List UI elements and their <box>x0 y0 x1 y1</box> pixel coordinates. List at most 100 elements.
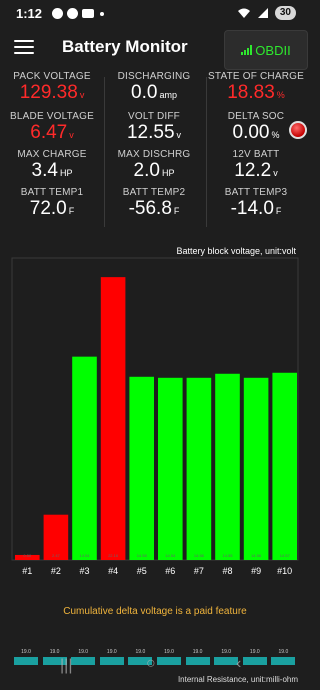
bar-4 <box>100 277 126 560</box>
metric-unit: v <box>273 168 278 178</box>
x-tick-label: #9 <box>251 566 261 576</box>
recent-apps-icon[interactable]: ||| <box>60 657 72 675</box>
x-tick-label: #3 <box>79 566 89 576</box>
metric-value-row: 129.38 v <box>2 82 102 106</box>
sync-notification-icon <box>67 8 78 19</box>
metric-state-of-charge: STATE OF CHARGE 18.83% <box>206 71 306 106</box>
metric-batt-temp1: BATT TEMP1 72.0 F <box>2 187 102 222</box>
metric-batt-temp3: BATT TEMP3 -14.0 F <box>206 187 306 222</box>
metric-max-dischrg: MAX DISCHRG 2.0 HP <box>104 149 204 184</box>
metric-label: BLADE VOLTAGE <box>10 111 94 122</box>
metric-value: 12.55 <box>126 122 175 143</box>
resistance-bar-fill <box>242 657 267 665</box>
bar-7 <box>186 377 212 560</box>
bar-5 <box>129 376 154 560</box>
resistance-bar-8: 19.0 <box>214 649 239 675</box>
resistance-value: 19.0 <box>21 649 31 655</box>
record-button[interactable] <box>289 121 307 139</box>
resistance-bar-3: 19.0 <box>71 649 96 675</box>
metric-value-row: -56.8 F <box>104 198 204 222</box>
metric-value: -14.0 <box>230 198 274 219</box>
x-tick-label: #5 <box>137 566 147 576</box>
metrics-grid: PACK VOLTAGE 129.38 v DISCHARGING 0.0 amp STAT… <box>0 71 310 231</box>
resistance-value: 19.0 <box>278 649 289 655</box>
resistance-bar-7: 19.0 <box>185 649 210 675</box>
metric-label: BATT TEMP1 <box>20 187 84 198</box>
metric-unit: F <box>68 206 75 216</box>
metric-unit: HP <box>161 168 175 178</box>
x-tick-label: #10 <box>277 566 292 576</box>
resistance-bar-fill <box>271 657 296 665</box>
resistance-bar-fill <box>14 657 38 665</box>
resistance-bar-fill <box>214 657 239 665</box>
settings-notification-icon <box>52 8 63 19</box>
metric-label: MAX DISCHRG <box>117 149 191 160</box>
metric-volt-diff: VOLT DIFF 12.55 v <box>104 111 204 146</box>
metric-value: 3.4 <box>31 160 58 181</box>
metric-label: BATT TEMP3 <box>224 187 288 198</box>
bar-value-label: 14.57 <box>280 553 291 558</box>
metric-unit: v <box>69 130 74 140</box>
x-tick-label: #4 <box>108 566 118 576</box>
resistance-value: 19.0 <box>49 649 60 655</box>
metric-value: 0.0 <box>131 82 158 103</box>
bar-6 <box>158 377 183 560</box>
resistance-bar-fill <box>99 657 124 665</box>
bar-value-label: 14.56 <box>251 553 262 558</box>
resistance-bar-6: 19.0 <box>157 649 181 675</box>
bar-value-label: 14.04 <box>79 553 90 558</box>
bar-value-label: 14.58 <box>137 553 148 558</box>
metric-unit: % <box>276 90 285 100</box>
bar-value-label: 14.54 <box>165 553 176 558</box>
metric-value-row: 6.47 v <box>2 122 102 146</box>
hamburger-menu-icon[interactable] <box>14 40 34 56</box>
metric-value: 12.2 <box>234 160 272 181</box>
home-icon[interactable]: ○ <box>146 655 156 673</box>
metric-max-charge: MAX CHARGE 3.4 HP <box>2 149 102 184</box>
metric-value: 6.47 <box>30 122 68 143</box>
metric-discharging: DISCHARGING 0.0 amp <box>104 71 204 106</box>
metric-label: VOLT DIFF <box>128 111 180 122</box>
metric-label: PACK VOLTAGE <box>13 71 91 82</box>
block-voltage-chart: 0.50 #1 2.47 #2 14.04 #3 22.16 #4 14.58 #5 14.54 #6… <box>0 240 310 600</box>
metric-value: 0.00 <box>232 122 270 143</box>
x-tick-label: #8 <box>222 566 232 576</box>
x-tick-label: #6 <box>165 566 175 576</box>
metric-value-row: 3.4 HP <box>2 160 102 184</box>
metric-unit: F <box>275 206 282 216</box>
app-bar: Battery Monitor OBDII <box>0 28 310 70</box>
metric-value: -56.8 <box>128 198 172 219</box>
page-title: Battery Monitor <box>62 37 188 56</box>
resistance-value: 19.0 <box>164 649 174 655</box>
internal-resistance-caption: Internal Resistance, unit:milli-ohm <box>177 675 298 684</box>
bar-8 <box>215 373 240 560</box>
status-bar: 1:12 30 <box>0 0 310 28</box>
bar-value-label: 22.16 <box>108 553 119 558</box>
notification-icons <box>52 8 104 19</box>
metric-batt-temp2: BATT TEMP2 -56.8 F <box>104 187 204 222</box>
metric-value: 2.0 <box>133 160 160 181</box>
more-notifications-dot-icon <box>100 11 104 16</box>
metric-unit: v <box>79 90 85 100</box>
back-icon[interactable]: ‹ <box>236 655 241 673</box>
metric-value-row: -14.0 F <box>206 198 306 222</box>
status-time: 1:12 <box>16 6 43 21</box>
resistance-bar-9: 19.0 <box>242 649 267 675</box>
metric-value: 72.0 <box>29 198 67 219</box>
metric-label: MAX CHARGE <box>17 149 87 160</box>
obd-connection-button[interactable]: OBDII <box>224 30 308 70</box>
metric-value-row: 12.2 v <box>206 160 306 184</box>
metric-unit: HP <box>59 168 73 178</box>
paid-feature-note: Cumulative delta voltage is a paid featu… <box>63 606 247 617</box>
resistance-bar-4: 19.0 <box>99 649 124 675</box>
metric-value-row: 0.0 amp <box>104 82 204 106</box>
bar-value-label: 14.56 <box>194 553 205 558</box>
block-voltage-chart-svg: 0.50 #1 2.47 #2 14.04 #3 22.16 #4 14.58 #5 14.54 #6… <box>11 257 299 576</box>
resistance-value: 19.0 <box>249 649 260 655</box>
cell-signal-icon <box>257 8 268 18</box>
metric-label: 12V BATT <box>232 149 280 160</box>
metric-12v-batt: 12V BATT 12.2 v <box>206 149 306 184</box>
resistance-bar-fill <box>185 657 210 665</box>
metric-unit: v <box>176 130 182 140</box>
metric-unit: amp <box>159 90 177 100</box>
